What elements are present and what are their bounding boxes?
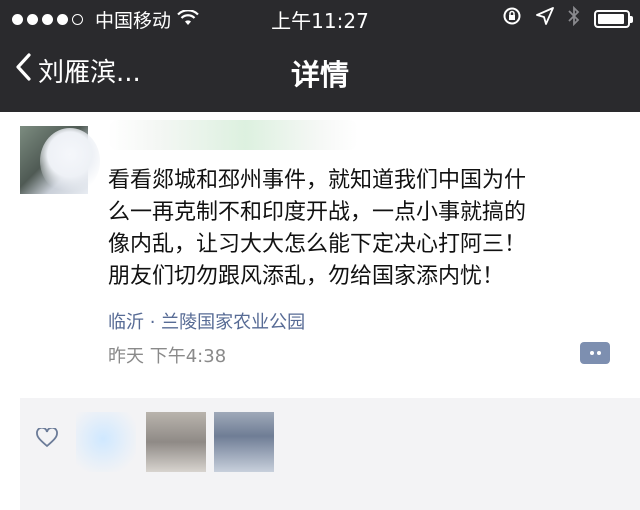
battery-icon [594,9,633,28]
post-text-line: 像内乱，让习大大怎么能下定决心打阿三！ [108,232,527,257]
username-redaction [108,120,358,150]
comment-button[interactable] [580,342,610,364]
post-text-line: 朋友们切勿跟风添乱，勿给国家添内忧！ [108,264,505,289]
liker-avatar[interactable] [76,412,136,472]
rotation-lock-icon [502,6,522,31]
status-right [502,5,633,31]
post-text-line: 看看郯城和邳州事件，就知道我们中国为什 [108,168,527,193]
post-text-line: 么一再克制不和印度开战，一点小事就搞的 [108,200,527,225]
location-link[interactable]: 临沂 · 兰陵国家农业公园 [108,308,305,334]
likes-panel [20,398,640,510]
liker-avatar[interactable] [214,412,274,472]
heart-icon [36,426,58,454]
status-bar: 中国移动 上午11:27 [0,0,640,34]
avatar-redaction [40,128,100,194]
page-title: 详情 [290,58,349,92]
more-dots-icon [589,351,594,355]
liker-avatar[interactable] [146,412,206,472]
top-bar: 中国移动 上午11:27 刘雁滨... 详情 [0,0,640,112]
post-timestamp: 昨天 下午4:38 [108,346,227,367]
location-arrow-icon [536,7,554,30]
post-text: 看看郯城和邳州事件，就知道我们中国为什 么一再克制不和印度开战，一点小事就搞的 … [108,165,628,293]
nav-bar: 刘雁滨... 详情 [0,40,640,108]
bluetooth-icon [568,5,580,31]
